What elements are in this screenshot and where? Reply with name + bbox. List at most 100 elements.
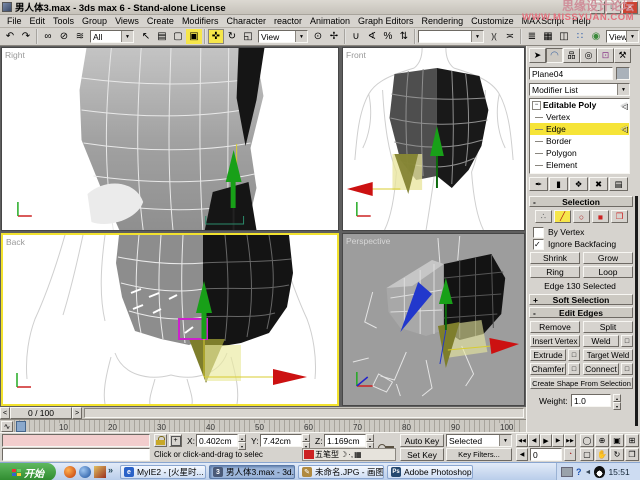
dropdown-arrow-icon[interactable]: ▼ — [121, 31, 133, 42]
subobject-border-button[interactable]: ○ — [573, 210, 590, 223]
grow-button[interactable]: Grow — [583, 252, 633, 264]
time-configuration-button[interactable]: ◔ — [564, 448, 576, 461]
menu-rendering[interactable]: Rendering — [418, 16, 468, 26]
use-pivot-center-button[interactable]: ⊙ — [310, 29, 326, 44]
unlink-button[interactable]: ⊘ — [56, 29, 72, 44]
tab-motion[interactable]: ◎ — [580, 48, 597, 63]
align-button[interactable]: ≍ — [502, 29, 518, 44]
menu-tools[interactable]: Tools — [49, 16, 78, 26]
viewport-right[interactable]: Right — [1, 47, 339, 231]
menu-customize[interactable]: Customize — [467, 16, 518, 26]
y-coordinate-field[interactable]: 7.42cm — [260, 434, 302, 447]
maximize-button[interactable]: ❐ — [606, 1, 621, 14]
layer-manager-button[interactable]: ≣ — [524, 29, 540, 44]
menu-file[interactable]: File — [3, 16, 26, 26]
menu-create[interactable]: Create — [143, 16, 178, 26]
ime-keyboard-icon[interactable]: ▦ — [354, 450, 362, 459]
viewport-front[interactable]: Front — [342, 47, 525, 231]
by-vertex-checkbox[interactable] — [533, 227, 544, 238]
dropdown-arrow-icon[interactable]: ▼ — [295, 31, 307, 42]
taskbar-clock[interactable]: 15:51 — [608, 467, 629, 477]
remove-modifier-button[interactable]: ✖ — [589, 177, 608, 191]
redo-button[interactable]: ↷ — [18, 29, 34, 44]
curve-editor-button[interactable]: ▦ — [540, 29, 556, 44]
time-slider-right-button[interactable]: > — [72, 407, 82, 419]
go-to-end-button[interactable]: ▶▶ — [564, 434, 576, 447]
ime-mode-label[interactable]: 五笔型 — [315, 449, 339, 460]
spin-down-icon[interactable]: ▾ — [613, 402, 621, 410]
taskbar-item-paint[interactable]: ✎ 未命名.JPG - 画图 — [298, 465, 384, 479]
object-name-field[interactable]: Plane04 — [529, 67, 613, 80]
undo-button[interactable]: ↶ — [2, 29, 18, 44]
insert-vertex-button[interactable]: Insert Vertex — [530, 335, 580, 347]
quicklaunch-more-icon[interactable]: » — [108, 465, 113, 475]
region-zoom-button[interactable]: ▢ — [580, 448, 594, 461]
chamfer-button[interactable]: Chamfer — [530, 363, 566, 375]
ime-logo-icon[interactable] — [304, 450, 314, 459]
stack-row-polygon[interactable]: Polygon — [530, 147, 629, 159]
time-slider-track[interactable] — [84, 408, 524, 418]
subobject-edge-button[interactable]: ╱ — [554, 210, 571, 223]
subobject-vertex-button[interactable]: ∴ — [535, 210, 552, 223]
viewport-back-active[interactable]: Back — [1, 233, 339, 406]
menu-animation[interactable]: Animation — [306, 16, 354, 26]
rollout-selection[interactable]: - Selection — [529, 196, 633, 207]
viewport-canvas-front[interactable] — [343, 48, 524, 230]
dropdown-arrow-icon[interactable]: ▼ — [626, 31, 638, 42]
viewport-canvas-perspective[interactable] — [343, 234, 524, 405]
pin-stack-button[interactable]: ✒ — [529, 177, 548, 191]
absolute-mode-toggle[interactable]: + — [169, 434, 182, 447]
minimize-button[interactable]: _ — [590, 1, 605, 14]
modifier-list-dropdown[interactable]: Modifier List ▼ — [529, 83, 630, 96]
dropdown-arrow-icon[interactable]: ▼ — [499, 435, 511, 446]
connect-button[interactable]: Connect — [583, 363, 619, 375]
bind-to-spacewarp-button[interactable]: ≋ — [72, 29, 88, 44]
subobject-polygon-button[interactable]: ■ — [592, 210, 609, 223]
volume-tray-icon[interactable]: ◄ — [585, 469, 592, 476]
taskbar-item-3dsmax-active[interactable]: 3 男人体3.max - 3d... — [209, 465, 295, 479]
maxscript-mini-listener-white[interactable] — [2, 448, 150, 461]
arc-rotate-button[interactable]: ↻ — [610, 448, 624, 461]
viewport-label-back[interactable]: Back — [6, 237, 25, 247]
ime-punct-icon[interactable]: ·, — [348, 450, 353, 459]
named-selection-dropdown[interactable]: ▼ — [418, 30, 484, 43]
select-and-scale-button[interactable]: ◱ — [240, 29, 256, 44]
tab-modify[interactable]: ◠ — [546, 48, 563, 63]
remove-button[interactable]: Remove — [530, 321, 580, 333]
spin-up-icon[interactable]: ▴ — [238, 434, 246, 442]
menu-group[interactable]: Group — [78, 16, 111, 26]
configure-modifier-sets-button[interactable]: ▤ — [609, 177, 628, 191]
object-color-swatch[interactable] — [616, 67, 630, 80]
ime-moon-icon[interactable]: ☽ — [340, 450, 347, 459]
spin-down-icon[interactable]: ▾ — [238, 442, 246, 450]
zoom-button[interactable]: ◯ — [580, 434, 594, 447]
menu-character[interactable]: Character — [222, 16, 270, 26]
menu-graph-editors[interactable]: Graph Editors — [354, 16, 418, 26]
show-end-result-button[interactable]: ▮ — [549, 177, 568, 191]
qq-tray-icon[interactable] — [594, 466, 605, 478]
maxscript-mini-listener-pink[interactable] — [2, 434, 150, 447]
zoom-extents-button[interactable]: ▣ — [610, 434, 624, 447]
taskbar-item-myie2[interactable]: e MyIE2 - [火星时... — [120, 465, 206, 479]
auto-key-button[interactable]: Auto Key — [400, 434, 444, 447]
x-coordinate-field[interactable]: 0.402cm — [196, 434, 238, 447]
tab-utilities[interactable]: ⚒ — [614, 48, 631, 63]
tab-create[interactable]: ➤ — [529, 48, 546, 63]
menu-views[interactable]: Views — [111, 16, 143, 26]
time-slider-value[interactable]: 0 / 100 — [10, 407, 72, 419]
select-and-move-button[interactable]: ✜ — [208, 29, 224, 44]
window-crossing-toggle[interactable]: ▣ — [186, 29, 202, 44]
viewport-label-right[interactable]: Right — [5, 50, 25, 60]
spin-up-icon[interactable]: ▴ — [366, 434, 374, 442]
target-weld-button[interactable]: Target Weld — [583, 349, 633, 361]
selection-lock-toggle[interactable] — [154, 434, 167, 447]
chamfer-settings-button[interactable]: □ — [568, 363, 580, 375]
select-and-link-button[interactable]: ∞ — [40, 29, 56, 44]
browser-quicklaunch-icon[interactable] — [79, 466, 91, 478]
dropdown-arrow-icon[interactable]: ▼ — [617, 84, 629, 95]
key-mode-toggle[interactable]: ◀ — [516, 448, 528, 461]
select-object-button[interactable]: ↖ — [138, 29, 154, 44]
key-filters-button[interactable]: Key Filters... — [446, 448, 512, 461]
next-frame-button[interactable]: ▶ — [552, 434, 564, 447]
snap-toggle-button[interactable]: ∪ — [348, 29, 364, 44]
